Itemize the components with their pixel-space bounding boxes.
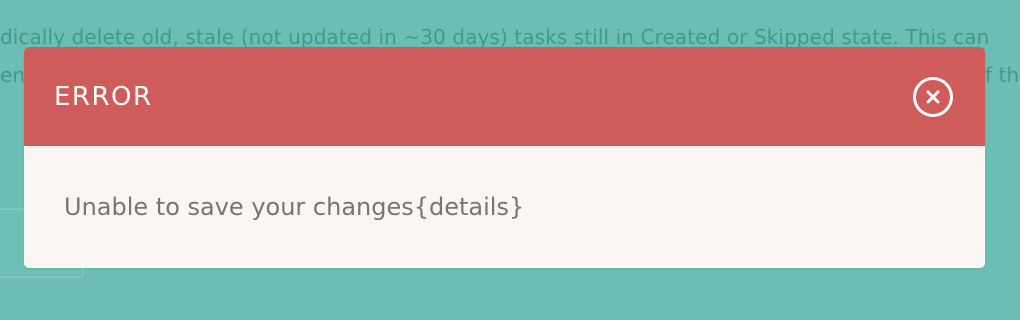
error-dialog: ERROR Unable to save your changes{detail… (24, 47, 985, 268)
dialog-title: ERROR (54, 82, 153, 112)
close-icon (926, 90, 940, 104)
dialog-header: ERROR (24, 47, 985, 146)
dialog-body: Unable to save your changes{details} (24, 146, 985, 268)
background-text-line: dically delete old, stale (not updated i… (0, 25, 990, 49)
close-button[interactable] (913, 77, 953, 117)
background-text-line: f the (985, 63, 1020, 87)
error-message: Unable to save your changes{details} (64, 193, 525, 221)
